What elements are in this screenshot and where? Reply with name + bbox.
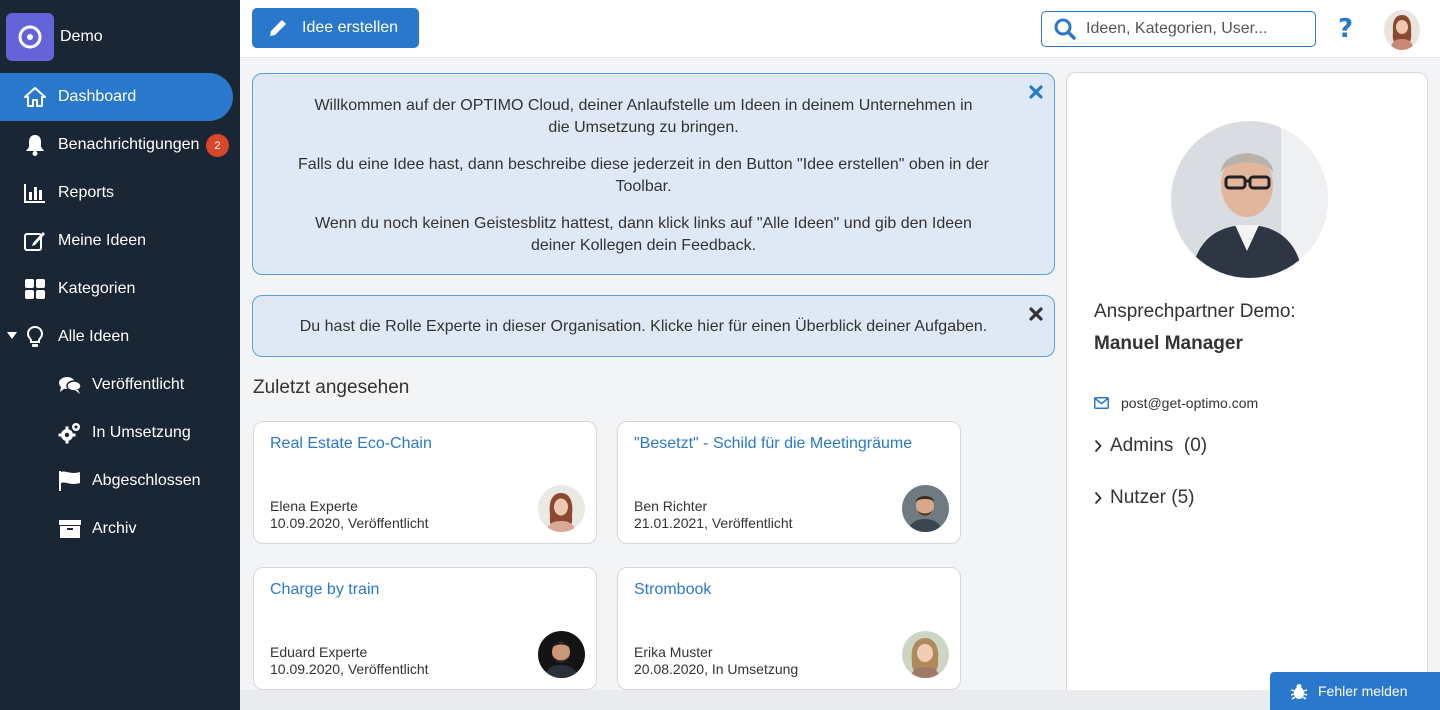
sidebar-item-reports[interactable]: Reports [0,169,240,217]
sidebar-item-label: In Umsetzung [92,424,191,441]
sidebar-item-label: Dashboard [58,88,137,105]
idea-card[interactable]: "Besetzt" - Schild für die Meetingräume … [617,421,961,544]
idea-card-title[interactable]: Real Estate Eco-Chain [270,435,432,453]
sidebar-item-my-ideas[interactable]: Meine Ideen [0,217,240,265]
group-label: Admins (0) [1110,435,1208,456]
chevron-right-icon [1094,439,1102,453]
sidebar-item-in-progress[interactable]: In Umsetzung [0,409,240,457]
idea-card-meta: 10.09.2020, Veröffentlicht [270,661,429,677]
edit-icon [23,229,47,253]
comments-icon [58,373,82,397]
contact-panel: Ansprechpartner Demo: Manuel Manager pos… [1066,72,1428,706]
archive-icon [58,517,82,541]
idea-card[interactable]: Strombook Erika Muster 20.08.2020, In Um… [617,567,961,690]
idea-card-meta: 10.09.2020, Veröffentlicht [270,515,429,531]
sidebar-item-categories[interactable]: Kategorien [0,265,240,313]
sidebar-item-all-ideas[interactable]: Alle Ideen [0,313,240,361]
contact-email[interactable]: post@get-optimo.com [1094,395,1258,411]
role-text: Du hast die Rolle Experte in dieser Orga… [299,318,988,335]
optimo-logo-icon [6,12,54,61]
bell-icon [23,133,47,157]
search-box[interactable] [1041,11,1316,47]
idea-card[interactable]: Real Estate Eco-Chain Elena Experte 10.0… [253,421,597,544]
sidebar-item-archive[interactable]: Archiv [0,505,240,553]
flag-icon [58,469,82,493]
sidebar-item-notifications[interactable]: Benachrichtigungen 2 [0,121,240,169]
welcome-text-2: Falls du eine Idee hast, dann beschreibe… [298,156,989,195]
sidebar-item-completed[interactable]: Abgeschlossen [0,457,240,505]
create-idea-label: Idee erstellen [302,19,399,36]
brand[interactable]: Demo [0,0,240,73]
idea-card-author: Ben Richter [634,498,708,514]
sidebar-item-label: Reports [58,184,115,201]
group-users[interactable]: Nutzer (5) [1094,487,1194,509]
sidebar-item-label: Veröffentlicht [92,376,185,393]
contact-label: Ansprechpartner Demo: [1094,301,1296,322]
sidebar-item-label: Abgeschlossen [92,472,201,489]
idea-card[interactable]: Charge by train Eduard Experte 10.09.202… [253,567,597,690]
envelope-icon [1094,397,1109,409]
avatar [902,631,949,678]
welcome-text-1: Willkommen auf der OPTIMO Cloud, deiner … [314,97,973,136]
avatar [538,485,585,532]
sidebar-item-label: Meine Ideen [58,232,147,249]
sidebar: Demo Dashboard Benachrichtigungen 2 Repo… [0,0,240,710]
avatar [538,631,585,678]
sidebar-item-label: Benachrichtigungen [58,136,200,153]
idea-card-author: Eduard Experte [270,644,368,660]
group-label: Nutzer (5) [1110,487,1195,508]
brand-name: Demo [60,27,103,45]
idea-card-meta: 20.08.2020, In Umsetzung [634,661,799,677]
idea-card-author: Erika Muster [634,644,713,660]
contact-name: Manuel Manager [1094,333,1243,354]
lightbulb-icon [23,325,47,349]
close-icon[interactable] [1028,306,1044,322]
pencil-icon [268,18,288,38]
idea-card-title[interactable]: Charge by train [270,581,379,599]
recent-section-title: Zuletzt angesehen [253,377,410,398]
notification-count-badge: 2 [206,134,229,157]
chevron-down-icon [7,332,17,339]
bar-chart-icon [23,181,47,205]
idea-card-title[interactable]: Strombook [634,581,711,599]
contact-photo [1171,121,1328,278]
welcome-text-3: Wenn du noch keinen Geistesblitz hattest… [315,215,972,254]
bug-icon [1290,682,1308,700]
sidebar-item-published[interactable]: Veröffentlicht [0,361,240,409]
home-icon [23,85,47,109]
group-admins[interactable]: Admins (0) [1094,435,1207,457]
user-avatar[interactable] [1384,10,1420,50]
report-bug-button[interactable]: Fehler melden [1270,672,1440,710]
idea-card-author: Elena Experte [270,498,358,514]
sidebar-item-label: Kategorien [58,280,136,297]
gears-icon [58,421,82,445]
sidebar-item-label: Alle Ideen [58,328,130,345]
search-input[interactable] [1086,20,1296,38]
idea-card-title[interactable]: "Besetzt" - Schild für die Meetingräume [634,435,912,453]
close-icon[interactable] [1028,84,1044,100]
role-banner[interactable]: Du hast die Rolle Experte in dieser Orga… [252,295,1055,357]
topbar: Idee erstellen ? [240,0,1440,58]
search-icon [1054,18,1076,40]
bottom-scroll-strip [240,690,1270,710]
welcome-banner: Willkommen auf der OPTIMO Cloud, deiner … [252,73,1055,275]
create-idea-button[interactable]: Idee erstellen [252,8,419,48]
avatar [902,485,949,532]
sidebar-item-dashboard[interactable]: Dashboard [0,73,233,121]
contact-email-text: post@get-optimo.com [1121,395,1259,411]
idea-card-meta: 21.01.2021, Veröffentlicht [634,515,793,531]
help-icon[interactable]: ? [1338,14,1353,44]
grid-icon [23,277,47,301]
report-bug-label: Fehler melden [1318,683,1408,699]
sidebar-item-label: Archiv [92,520,137,537]
chevron-right-icon [1094,491,1102,505]
